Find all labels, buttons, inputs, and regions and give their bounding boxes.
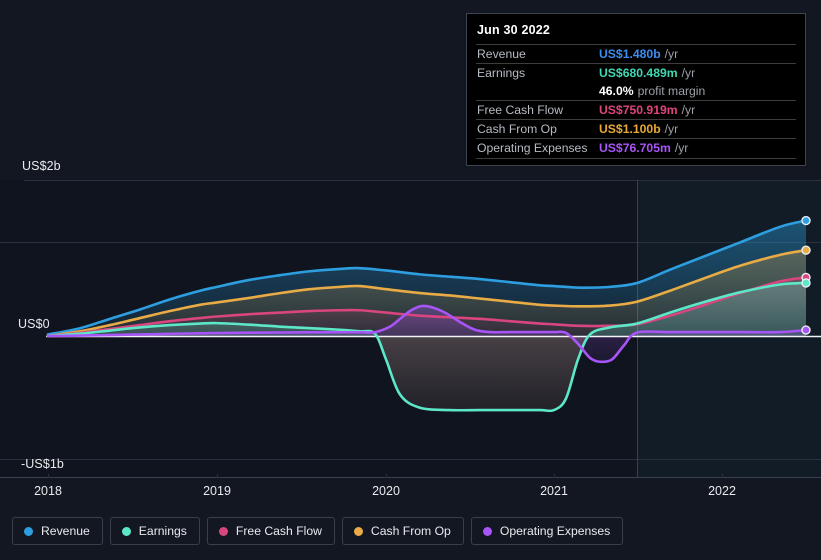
series-end-marker[interactable] — [801, 325, 811, 335]
legend-item-revenue[interactable]: Revenue — [12, 517, 103, 545]
legend-item-earnings[interactable]: Earnings — [109, 517, 200, 545]
tooltip-bottom-divider — [476, 158, 796, 159]
chart-legend[interactable]: Revenue Earnings Free Cash Flow Cash From O… — [12, 517, 624, 545]
tooltip-row-label: Operating Expenses — [477, 141, 588, 155]
tooltip-date: Jun 30 2022 — [477, 23, 551, 37]
legend-color-dot-icon — [24, 526, 33, 536]
x-axis-tick-label: 2021 — [540, 484, 568, 498]
legend-item-operating-expenses[interactable]: Operating Expenses — [470, 517, 624, 545]
tooltip-row-value: US$680.489m/yr — [599, 66, 696, 80]
tooltip-row: 46.0% profit margin — [476, 82, 796, 100]
legend-item-label: Free Cash Flow — [235, 524, 322, 538]
legend-color-dot-icon — [121, 526, 131, 536]
y-axis-label-bottom: -US$1b — [21, 457, 64, 471]
tooltip-row: Operating Expenses US$76.705m/yr — [476, 138, 796, 157]
tooltip-row-unit: /yr — [681, 66, 696, 80]
legend-item-label: Earnings — [138, 524, 187, 538]
legend-item-cash-from-op[interactable]: Cash From Op — [341, 517, 464, 545]
tooltip-row: Earnings US$680.489m/yr — [476, 63, 796, 82]
legend-color-dot-icon — [218, 526, 228, 536]
x-axis-tick-label: 2022 — [708, 484, 736, 498]
tooltip-row-unit: /yr — [664, 122, 679, 136]
tooltip-row-label: Free Cash Flow — [477, 103, 564, 117]
series-end-marker[interactable] — [801, 245, 811, 255]
tooltip-row-value: US$1.480b/yr — [599, 47, 679, 61]
tooltip-row-unit: /yr — [681, 103, 696, 117]
tooltip-row: Free Cash Flow US$750.919m/yr — [476, 100, 796, 119]
y-axis-label-zero: US$0 — [18, 317, 50, 331]
x-axis-tick-label: 2020 — [372, 484, 400, 498]
legend-color-dot-icon — [353, 526, 363, 536]
tooltip-row-unit: /yr — [664, 47, 679, 61]
tooltip-row-value: US$76.705m/yr — [599, 141, 689, 155]
series-end-marker[interactable] — [801, 278, 811, 288]
tooltip-row-unit: /yr — [674, 141, 689, 155]
legend-item-label: Operating Expenses — [499, 524, 611, 538]
tooltip-row-value: US$1.100b/yr — [599, 122, 679, 136]
tooltip-row-unit: profit margin — [637, 84, 706, 98]
tooltip-rows: Revenue US$1.480b/yr Earnings US$680.489m/y… — [476, 44, 796, 157]
tooltip-row-label: Revenue — [477, 47, 526, 61]
tooltip-row-label: Earnings — [477, 66, 526, 80]
tooltip-row: Cash From Op US$1.100b/yr — [476, 119, 796, 138]
legend-item-free-cash-flow[interactable]: Free Cash Flow — [206, 517, 335, 545]
legend-item-label: Cash From Op — [370, 524, 451, 538]
x-axis-tick-label: 2019 — [203, 484, 231, 498]
chart-tooltip: Jun 30 2022 Revenue US$1.480b/yr Earnings U… — [466, 13, 806, 166]
y-axis-label-top: US$2b — [22, 159, 61, 173]
legend-item-label: Revenue — [41, 524, 90, 538]
financial-performance-chart: US$2b US$0 -US$1b 2018 2019 2020 2021 2022 J… — [0, 0, 821, 560]
tooltip-row-label: Cash From Op — [477, 122, 557, 136]
series-end-marker[interactable] — [801, 215, 811, 226]
tooltip-row: Revenue US$1.480b/yr — [476, 44, 796, 63]
tooltip-row-value: 46.0% profit margin — [599, 84, 706, 98]
legend-color-dot-icon — [482, 526, 492, 536]
x-axis-tick-label: 2018 — [34, 484, 62, 498]
tooltip-row-value: US$750.919m/yr — [599, 103, 696, 117]
